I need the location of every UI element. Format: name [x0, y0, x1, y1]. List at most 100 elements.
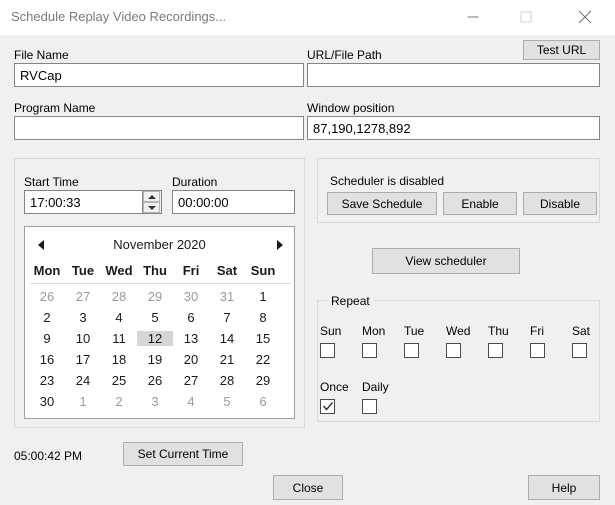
date-picker-calendar[interactable]: November 2020 Mon Tue Wed Thu Fri Sat Sun 26 27…	[24, 226, 295, 419]
calendar-weekday-mon: Mon	[33, 263, 61, 278]
calendar-day-29-adjacent[interactable]: 29	[137, 289, 173, 304]
repeat-label-thu: Thu	[488, 324, 509, 338]
calendar-day-20[interactable]: 20	[173, 352, 209, 367]
window-position-input[interactable]	[307, 116, 600, 140]
calendar-day-1-adjacent[interactable]: 1	[65, 394, 101, 409]
calendar-day-2[interactable]: 2	[29, 310, 65, 325]
minimize-button[interactable]	[450, 0, 495, 34]
calendar-day-10[interactable]: 10	[65, 331, 101, 346]
calendar-weekday-sat: Sat	[216, 263, 238, 278]
duration-input[interactable]	[172, 190, 295, 214]
calendar-day-3[interactable]: 3	[65, 310, 101, 325]
repeat-checkbox-sun[interactable]	[320, 343, 335, 358]
calendar-separator	[30, 283, 291, 284]
repeat-checkbox-mon[interactable]	[362, 343, 377, 358]
help-button[interactable]: Help	[528, 475, 600, 500]
program-name-input[interactable]	[14, 116, 304, 140]
calendar-day-3-adjacent[interactable]: 3	[137, 394, 173, 409]
calendar-day-25[interactable]: 25	[101, 373, 137, 388]
calendar-day-26-adjacent[interactable]: 26	[29, 289, 65, 304]
calendar-day-28[interactable]: 28	[209, 373, 245, 388]
calendar-day-19[interactable]: 19	[137, 352, 173, 367]
calendar-day-6-adjacent[interactable]: 6	[245, 394, 281, 409]
title-bar: Schedule Replay Video Recordings...	[0, 0, 615, 36]
calendar-day-27-adjacent[interactable]: 27	[65, 289, 101, 304]
repeat-mode-checkbox-daily[interactable]	[362, 399, 377, 414]
calendar-day-14[interactable]: 14	[209, 331, 245, 346]
calendar-day-13[interactable]: 13	[173, 331, 209, 346]
calendar-day-21[interactable]: 21	[209, 352, 245, 367]
calendar-day-5-adjacent[interactable]: 5	[209, 394, 245, 409]
start-time-input[interactable]	[24, 190, 143, 214]
repeat-checkbox-sat[interactable]	[572, 343, 587, 358]
calendar-weekday-tue: Tue	[71, 263, 95, 278]
start-time-spinner[interactable]	[143, 190, 162, 214]
url-file-path-input[interactable]	[307, 63, 600, 87]
calendar-weekday-thu: Thu	[143, 263, 167, 278]
start-time-spinner-down[interactable]	[143, 202, 160, 213]
calendar-day-2-adjacent[interactable]: 2	[101, 394, 137, 409]
calendar-day-8[interactable]: 8	[245, 310, 281, 325]
calendar-day-18[interactable]: 18	[101, 352, 137, 367]
program-name-label: Program Name	[14, 101, 96, 115]
calendar-weekday-wed: Wed	[105, 263, 133, 278]
calendar-day-26[interactable]: 26	[137, 373, 173, 388]
calendar-day-9[interactable]: 9	[29, 331, 65, 346]
repeat-label-mon: Mon	[362, 324, 386, 338]
calendar-day-17[interactable]: 17	[65, 352, 101, 367]
close-button[interactable]: Close	[273, 475, 343, 500]
calendar-day-4-adjacent[interactable]: 4	[173, 394, 209, 409]
file-name-input[interactable]	[14, 63, 304, 87]
calendar-day-1[interactable]: 1	[245, 289, 281, 304]
calendar-day-31-adjacent[interactable]: 31	[209, 289, 245, 304]
save-schedule-button[interactable]: Save Schedule	[327, 192, 437, 215]
calendar-day-30-adjacent[interactable]: 30	[173, 289, 209, 304]
dialog-client-area: File Name URL/File Path Test URL Program…	[0, 35, 615, 505]
calendar-day-29[interactable]: 29	[245, 373, 281, 388]
maximize-button[interactable]	[503, 0, 548, 34]
spin-down-icon	[147, 205, 156, 210]
calendar-day-28-adjacent[interactable]: 28	[101, 289, 137, 304]
start-time-label: Start Time	[24, 175, 79, 189]
calendar-day-30[interactable]: 30	[29, 394, 65, 409]
calendar-day-27[interactable]: 27	[173, 373, 209, 388]
repeat-checkbox-tue[interactable]	[404, 343, 419, 358]
repeat-checkbox-thu[interactable]	[488, 343, 503, 358]
scheduler-status-text: Scheduler is disabled	[330, 174, 445, 188]
calendar-day-15[interactable]: 15	[245, 331, 281, 346]
disable-button[interactable]: Disable	[523, 192, 597, 215]
calendar-day-6[interactable]: 6	[173, 310, 209, 325]
repeat-groupbox	[317, 300, 600, 422]
url-file-path-label: URL/File Path	[307, 48, 382, 62]
repeat-checkbox-wed[interactable]	[446, 343, 461, 358]
calendar-month-year: November 2020	[113, 237, 206, 252]
calendar-day-11[interactable]: 11	[101, 331, 137, 346]
calendar-day-5[interactable]: 5	[137, 310, 173, 325]
calendar-weekday-sun: Sun	[250, 263, 276, 278]
close-window-button[interactable]	[562, 0, 607, 34]
set-current-time-button[interactable]: Set Current Time	[123, 442, 243, 466]
calendar-day-7[interactable]: 7	[209, 310, 245, 325]
calendar-day-12[interactable]: 12	[137, 331, 173, 346]
window-title: Schedule Replay Video Recordings...	[11, 9, 227, 24]
calendar-weekday-fri: Fri	[182, 263, 200, 278]
repeat-label-fri: Fri	[530, 324, 544, 338]
calendar-day-22[interactable]: 22	[245, 352, 281, 367]
view-scheduler-button[interactable]: View scheduler	[372, 248, 520, 274]
repeat-groupbox-title: Repeat	[327, 294, 374, 308]
calendar-day-4[interactable]: 4	[101, 310, 137, 325]
repeat-label-sun: Sun	[320, 324, 342, 338]
repeat-checkbox-fri[interactable]	[530, 343, 545, 358]
repeat-label-tue: Tue	[404, 324, 425, 338]
file-name-label: File Name	[14, 48, 69, 62]
window-position-label: Window position	[307, 101, 395, 115]
calendar-day-23[interactable]: 23	[29, 373, 65, 388]
test-url-button[interactable]: Test URL	[523, 40, 600, 60]
repeat-mode-checkbox-once[interactable]	[320, 399, 335, 414]
calendar-day-24[interactable]: 24	[65, 373, 101, 388]
repeat-label-sat: Sat	[572, 324, 591, 338]
enable-button[interactable]: Enable	[443, 192, 517, 215]
calendar-day-16[interactable]: 16	[29, 352, 65, 367]
duration-label: Duration	[172, 175, 218, 189]
start-time-spinner-up[interactable]	[143, 191, 160, 202]
